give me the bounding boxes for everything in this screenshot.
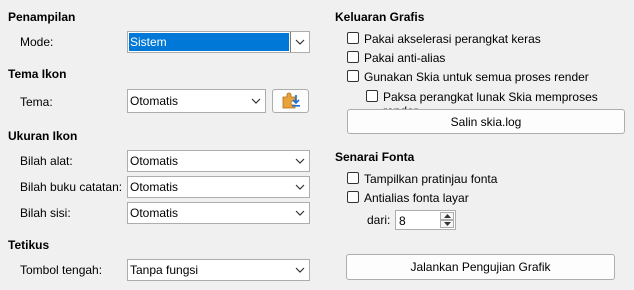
- spin-up-icon[interactable]: [440, 212, 454, 220]
- sidebar-size-value: Otomatis: [130, 206, 179, 220]
- middle-button-value: Tanpa fungsi: [130, 263, 199, 277]
- toolbar-size-select[interactable]: Otomatis: [127, 150, 310, 172]
- add-icon-theme-button[interactable]: [272, 89, 309, 113]
- font-preview-label: Tampilkan pratinjau fonta: [364, 172, 498, 186]
- hw-accel-checkbox[interactable]: [347, 32, 359, 44]
- chevron-down-icon: [291, 260, 309, 280]
- toolbar-size-label: Bilah alat:: [20, 154, 73, 168]
- antialias-checkbox[interactable]: [347, 51, 359, 63]
- mode-select[interactable]: Sistem: [127, 31, 310, 53]
- antialias-label: Pakai anti-alias: [364, 51, 446, 65]
- chevron-down-icon: [291, 203, 309, 223]
- spin-down-icon[interactable]: [440, 220, 454, 228]
- copy-skia-log-button[interactable]: Salin skia.log: [347, 109, 625, 134]
- copy-skia-log-label: Salin skia.log: [450, 114, 522, 129]
- heading-keluaran-grafis: Keluaran Grafis: [335, 10, 425, 24]
- middle-button-label: Tombol tengah:: [20, 263, 103, 277]
- tema-label: Tema:: [20, 95, 53, 109]
- middle-button-select[interactable]: Tanpa fungsi: [127, 259, 310, 281]
- chevron-down-icon: [290, 32, 309, 52]
- notebookbar-size-select[interactable]: Otomatis: [127, 176, 310, 198]
- mode-label: Mode:: [20, 35, 54, 49]
- skia-all-label: Gunakan Skia untuk semua proses render: [364, 70, 589, 84]
- screen-font-aa-checkbox[interactable]: [347, 191, 359, 203]
- tema-select[interactable]: Otomatis: [127, 89, 266, 113]
- chevron-down-icon: [247, 90, 265, 112]
- sidebar-size-select[interactable]: Otomatis: [127, 202, 310, 224]
- font-preview-checkbox[interactable]: [347, 172, 359, 184]
- heading-tema-ikon: Tema Ikon: [8, 67, 67, 81]
- screen-font-aa-label: Antialias fonta layar: [364, 191, 469, 205]
- heading-tetikus: Tetikus: [8, 238, 50, 252]
- skia-all-checkbox[interactable]: [347, 70, 359, 82]
- skia-software-checkbox[interactable]: [366, 90, 378, 102]
- heading-penampilan: Penampilan: [8, 10, 76, 24]
- extension-install-icon: [281, 91, 301, 112]
- aa-from-value: 8: [399, 214, 406, 228]
- heading-senarai-fonta: Senarai Fonta: [335, 150, 415, 164]
- notebookbar-size-label: Bilah buku catatan:: [20, 180, 123, 194]
- chevron-down-icon: [291, 151, 309, 171]
- mode-value: Sistem: [129, 33, 289, 51]
- tema-value: Otomatis: [130, 94, 179, 108]
- heading-ukuran-ikon: Ukuran Ikon: [8, 129, 78, 143]
- chevron-down-icon: [291, 177, 309, 197]
- hw-accel-label: Pakai akselerasi perangkat keras: [364, 32, 541, 46]
- sidebar-size-label: Bilah sisi:: [20, 206, 71, 220]
- aa-from-spinbox[interactable]: 8: [395, 210, 456, 230]
- run-graphics-test-button[interactable]: Jalankan Pengujian Grafik: [346, 254, 615, 280]
- notebookbar-size-value: Otomatis: [130, 180, 179, 194]
- run-graphics-test-label: Jalankan Pengujian Grafik: [410, 260, 551, 274]
- aa-from-label: dari:: [367, 213, 391, 227]
- toolbar-size-value: Otomatis: [130, 154, 179, 168]
